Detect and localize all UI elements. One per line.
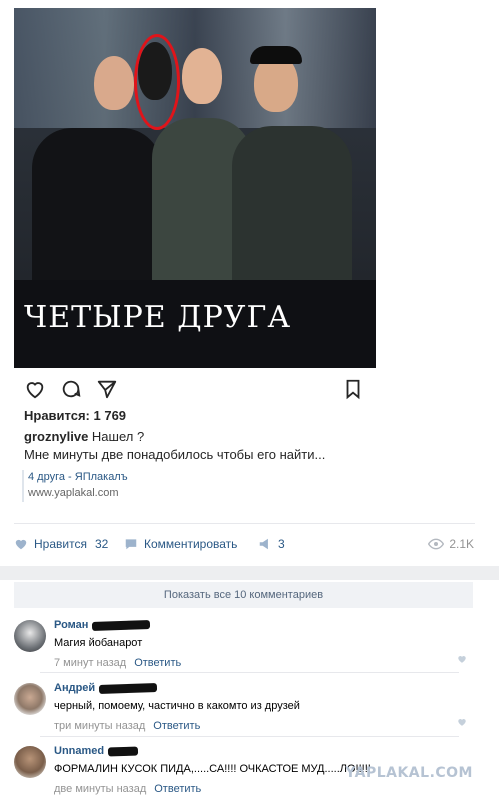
comment-bubble-icon[interactable] — [60, 378, 82, 400]
comment-meta: две минуты назад Ответить — [54, 782, 469, 796]
comment-like-icon[interactable] — [457, 654, 467, 664]
highlight-ellipse — [134, 34, 180, 130]
comment-author-row: Unnamed — [54, 744, 469, 758]
link-attachment[interactable]: 4 друга - ЯПлакалъ www.yaplakal.com — [22, 470, 128, 502]
like-count: 32 — [94, 537, 109, 551]
post-text: Мне минуты две понадобилось чтобы его на… — [24, 447, 326, 462]
divider — [14, 523, 475, 524]
comment-body: Роман Магия йобанарот 7 минут назад Ответ… — [54, 618, 469, 670]
comment-author-row: Роман — [54, 618, 469, 632]
comment-text: черный, помоему, частично в какомто из д… — [54, 700, 300, 712]
comment-text: Магия йобанарот — [54, 637, 143, 649]
share-button[interactable]: 3 — [258, 537, 285, 551]
share-icon — [259, 538, 268, 550]
redacted-mark — [99, 682, 158, 694]
comment-author-row: Андрей — [54, 681, 469, 695]
send-icon[interactable] — [96, 378, 118, 400]
comment-divider — [40, 736, 459, 737]
heart-icon[interactable] — [24, 378, 46, 400]
redacted-mark — [92, 619, 151, 631]
comment-body: Андрей черный, помоему, частично в каком… — [54, 681, 469, 733]
comment-label: Комментировать — [144, 537, 238, 551]
comment-like-icon[interactable] — [457, 717, 467, 727]
comment-meta: три минуты назад Ответить — [54, 719, 469, 733]
watermark: YAPLAKAL.COM — [345, 765, 473, 781]
post-actions — [24, 378, 364, 400]
bookmark-icon[interactable] — [342, 378, 364, 400]
share-count: 3 — [278, 537, 285, 551]
like-label: Нравится — [34, 537, 87, 551]
avatar[interactable] — [14, 746, 46, 778]
comment-icon — [125, 539, 137, 550]
post-author[interactable]: groznylive — [24, 429, 88, 444]
comment-author[interactable]: Роман — [54, 619, 88, 631]
comment-author[interactable]: Unnamed — [54, 745, 104, 757]
redacted-mark — [107, 746, 139, 757]
comment-time: две минуты назад — [54, 783, 147, 795]
link-title[interactable]: 4 друга - ЯПлакалъ — [28, 470, 128, 485]
avatar[interactable] — [14, 683, 46, 715]
like-icon — [15, 539, 27, 550]
views-count: 2.1K — [449, 537, 474, 551]
comment-time: 7 минут назад — [54, 657, 127, 669]
reply-link[interactable]: Ответить — [154, 783, 201, 795]
comment-item: Андрей черный, помоему, частично в каком… — [14, 681, 473, 732]
show-all-comments-button[interactable]: Показать все 10 комментариев — [14, 582, 473, 608]
comment-time: три минуты назад — [54, 720, 146, 732]
post-photo[interactable]: ЧЕТЫРЕ ДРУГА — [14, 8, 376, 368]
link-url: www.yaplakal.com — [28, 487, 119, 499]
comment-button[interactable]: Комментировать — [124, 537, 237, 551]
views-counter: 2.1K — [428, 537, 474, 551]
photo-caption: ЧЕТЫРЕ ДРУГА — [14, 280, 376, 368]
likes-count: Нравится: 1 769 — [24, 408, 127, 423]
comment-meta: 7 минут назад Ответить — [54, 656, 469, 670]
reply-link[interactable]: Ответить — [134, 657, 181, 669]
comment-item: Роман Магия йобанарот 7 минут назад Ответ… — [14, 618, 473, 669]
post-author-text: Нашел ? — [91, 429, 145, 444]
eye-icon — [428, 538, 445, 550]
post-author-line: groznylive Нашел ? — [24, 429, 144, 444]
avatar[interactable] — [14, 620, 46, 652]
comment-author[interactable]: Андрей — [54, 682, 95, 694]
section-gap — [0, 566, 499, 580]
comment-divider — [40, 672, 459, 673]
photo-scene — [14, 8, 376, 280]
like-button[interactable]: Нравится 32 — [14, 537, 108, 551]
reply-link[interactable]: Ответить — [153, 720, 200, 732]
